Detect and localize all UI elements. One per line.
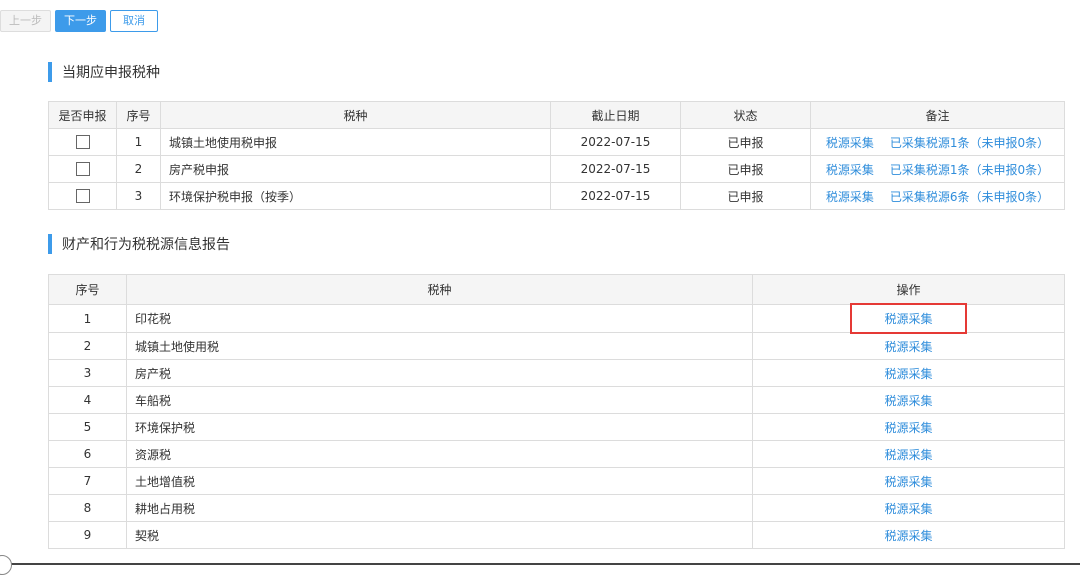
row-tax-type: 印花税 [126,304,753,333]
table-header-row: 序号 税种 操作 [48,274,1065,305]
row-deadline: 2022-07-15 [550,128,681,156]
table-row: 9 契税 税源采集 [48,521,1065,549]
header-declare: 是否申报 [48,101,117,129]
row-deadline: 2022-07-15 [550,155,681,183]
table-row: 1 印花税 税源采集 [48,303,1065,334]
tax-source-collect-link[interactable]: 税源采集 [884,448,932,462]
section-accent-bar [48,62,52,82]
section-accent-bar [48,234,52,254]
row-operation: 税源采集 [752,332,1065,360]
next-step-button[interactable]: 下一步 [55,10,106,32]
table-row: 5 环境保护税 税源采集 [48,413,1065,441]
table-row: 1 城镇土地使用税申报 2022-07-15 已申报 税源采集 已采集税源1条（未… [48,128,1065,156]
row-tax-type: 城镇土地使用税申报 [160,128,551,156]
row-tax-type: 环境保护税 [126,413,753,441]
declare-checkbox[interactable] [75,162,90,177]
row-deadline: 2022-07-15 [550,182,681,210]
tax-source-collect-link[interactable]: 税源采集 [884,529,932,543]
tax-source-collect-link[interactable]: 税源采集 [826,136,874,150]
row-no: 8 [48,494,127,522]
corner-circle-icon [0,555,12,575]
table-row: 2 房产税申报 2022-07-15 已申报 税源采集 已采集税源1条（未申报0条… [48,155,1065,183]
row-no: 2 [116,155,161,183]
row-tax-type: 房产税 [126,359,753,387]
table-row: 3 环境保护税申报（按季） 2022-07-15 已申报 税源采集 已采集税源6条… [48,182,1065,210]
row-operation: 税源采集 [752,440,1065,468]
row-no: 5 [48,413,127,441]
row-no: 3 [116,182,161,210]
row-tax-type: 车船税 [126,386,753,414]
row-tax-type: 资源税 [126,440,753,468]
row-no: 1 [48,304,127,333]
row-no: 6 [48,440,127,468]
header-tax-type: 税种 [160,101,551,129]
row-no: 9 [48,521,127,549]
header-no: 序号 [48,274,127,305]
table-row: 4 车船税 税源采集 [48,386,1065,414]
row-no: 2 [48,332,127,360]
row-operation: 税源采集 [752,467,1065,495]
header-no: 序号 [116,101,161,129]
row-remark: 税源采集 已采集税源1条（未申报0条） [810,155,1065,183]
row-no: 7 [48,467,127,495]
header-operation: 操作 [752,274,1065,305]
cancel-button[interactable]: 取消 [110,10,158,32]
tax-source-collect-link[interactable]: 税源采集 [826,163,874,177]
section-title-text: 财产和行为税税源信息报告 [62,237,230,253]
row-operation: 税源采集 [752,386,1065,414]
table-row: 7 土地增值税 税源采集 [48,467,1065,495]
row-operation: 税源采集 [752,413,1065,441]
table-row: 2 城镇土地使用税 税源采集 [48,332,1065,360]
tax-source-table: 序号 税种 操作 1 印花税 税源采集 2 城镇土地使用税 税源采集 3 房产税… [48,274,1065,549]
row-tax-type: 房产税申报 [160,155,551,183]
table-row: 6 资源税 税源采集 [48,440,1065,468]
row-remark: 税源采集 已采集税源6条（未申报0条） [810,182,1065,210]
table-row: 8 耕地占用税 税源采集 [48,494,1065,522]
collected-info-link[interactable]: 已采集税源1条（未申报0条） [890,136,1049,150]
declaration-table: 是否申报 序号 税种 截止日期 状态 备注 1 城镇土地使用税申报 2022-0… [48,101,1065,210]
collected-info-link[interactable]: 已采集税源1条（未申报0条） [890,163,1049,177]
row-no: 3 [48,359,127,387]
section-title-text: 当期应申报税种 [62,65,160,81]
row-no: 1 [116,128,161,156]
declare-checkbox[interactable] [75,189,90,204]
collected-info-link[interactable]: 已采集税源6条（未申报0条） [890,190,1049,204]
header-deadline: 截止日期 [550,101,681,129]
toolbar: 上一步 下一步 取消 [0,10,162,32]
row-no: 4 [48,386,127,414]
declare-checkbox[interactable] [75,135,90,150]
tax-source-collect-link[interactable]: 税源采集 [884,421,932,435]
row-operation: 税源采集 [752,359,1065,387]
row-status: 已申报 [680,128,811,156]
row-tax-type: 城镇土地使用税 [126,332,753,360]
row-tax-type: 环境保护税申报（按季） [160,182,551,210]
tax-source-collect-link[interactable]: 税源采集 [884,340,932,354]
row-tax-type: 土地增值税 [126,467,753,495]
row-tax-type: 契税 [126,521,753,549]
section-title-current-period: 当期应申报税种 [48,62,160,82]
table-header-row: 是否申报 序号 税种 截止日期 状态 备注 [48,101,1065,129]
header-status: 状态 [680,101,811,129]
tax-source-collect-link[interactable]: 税源采集 [884,475,932,489]
section-title-tax-source: 财产和行为税税源信息报告 [48,234,230,254]
tax-source-collect-link[interactable]: 税源采集 [884,394,932,408]
row-remark: 税源采集 已采集税源1条（未申报0条） [810,128,1065,156]
row-operation: 税源采集 [752,303,1065,334]
tax-source-collect-link-highlighted[interactable]: 税源采集 [850,303,967,334]
tax-source-collect-link[interactable]: 税源采集 [884,502,932,516]
row-operation: 税源采集 [752,494,1065,522]
header-tax-type: 税种 [126,274,753,305]
tax-source-collect-link[interactable]: 税源采集 [826,190,874,204]
tax-source-collect-link[interactable]: 税源采集 [884,367,932,381]
header-remark: 备注 [810,101,1065,129]
table-row: 3 房产税 税源采集 [48,359,1065,387]
row-operation: 税源采集 [752,521,1065,549]
row-status: 已申报 [680,182,811,210]
row-tax-type: 耕地占用税 [126,494,753,522]
row-status: 已申报 [680,155,811,183]
prev-step-button[interactable]: 上一步 [0,10,51,32]
